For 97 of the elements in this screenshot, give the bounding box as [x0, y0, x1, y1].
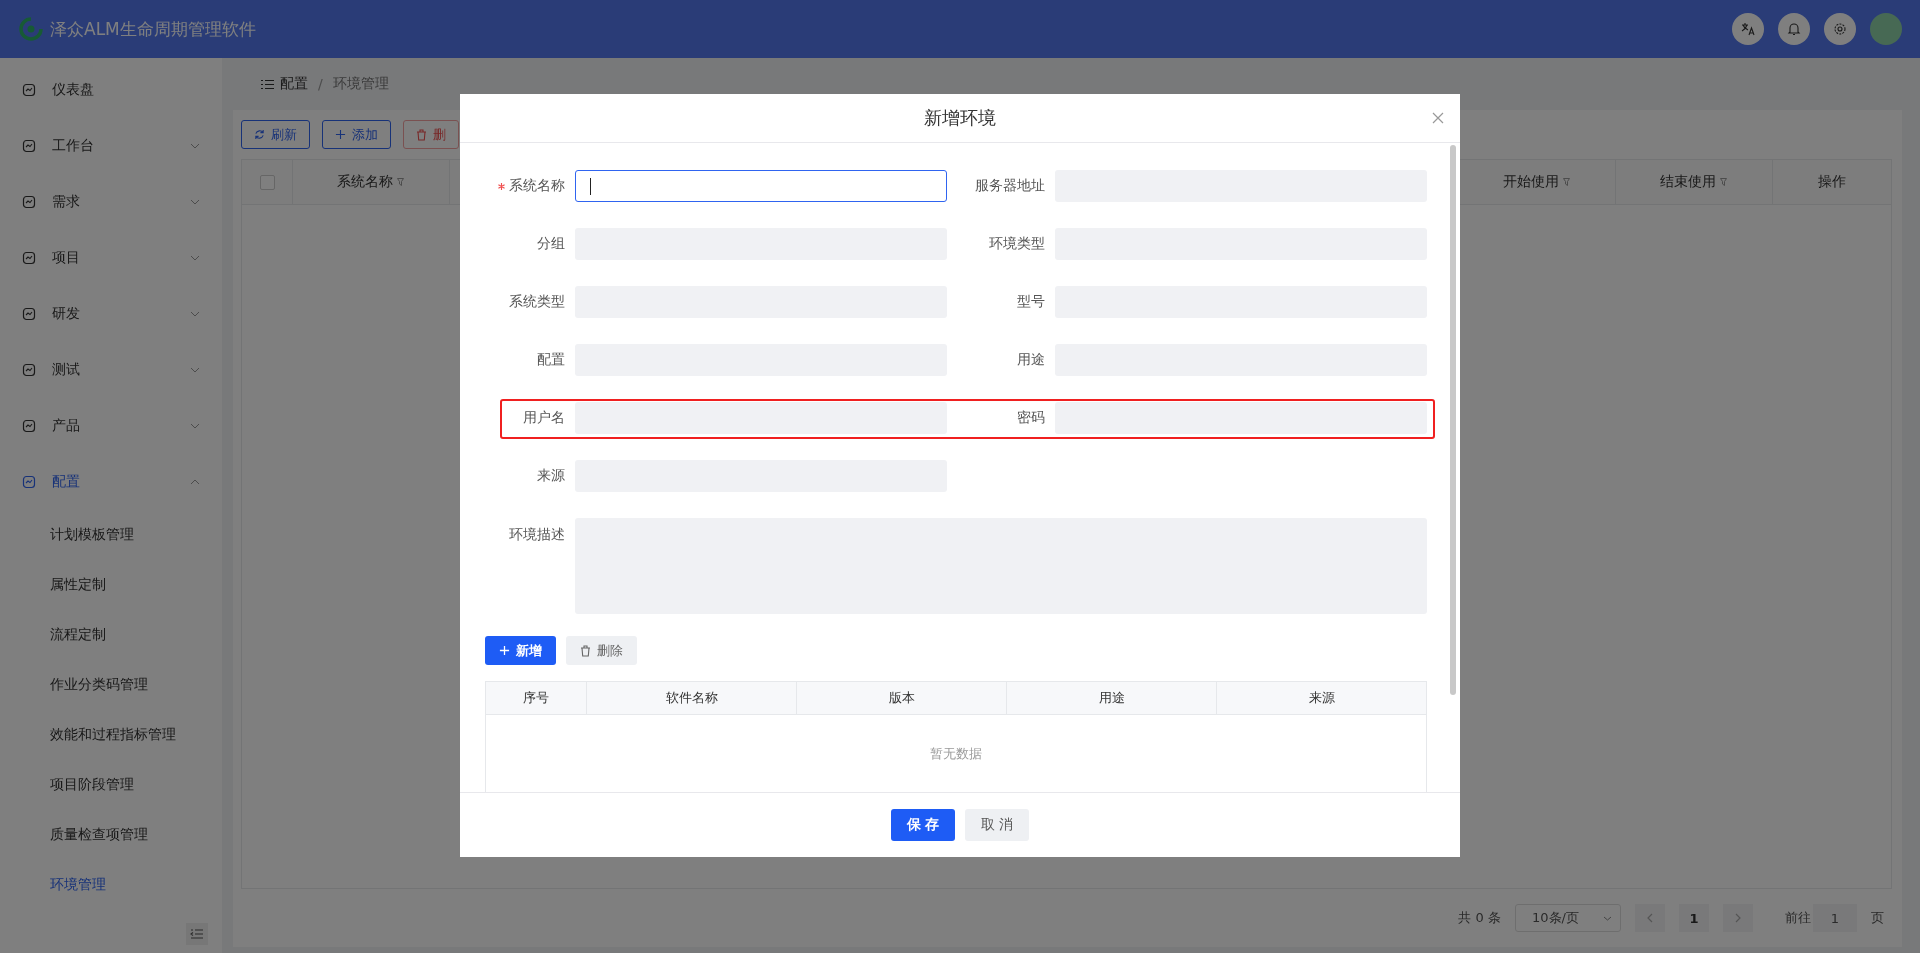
trash-icon: [416, 128, 427, 141]
list-icon: [261, 78, 274, 90]
goto-page-field[interactable]: 1: [1813, 904, 1857, 932]
menu-item-icon: [22, 419, 36, 433]
field-label: 用途: [1016, 351, 1046, 369]
chevron-left-icon: [1647, 913, 1653, 923]
field-label: 型号: [1016, 293, 1046, 311]
translate-icon[interactable]: [1732, 13, 1764, 45]
checkbox[interactable]: [259, 174, 275, 190]
submenu-item[interactable]: 环境管理: [0, 860, 222, 910]
submenu-item[interactable]: 属性定制: [0, 560, 222, 610]
app-title: 泽众ALM生命周期管理软件: [50, 17, 256, 41]
submenu-item[interactable]: 流程定制: [0, 610, 222, 660]
add-button[interactable]: 新增: [485, 636, 556, 665]
settings-icon[interactable]: [1824, 13, 1856, 45]
filter-icon[interactable]: [396, 178, 406, 186]
previous-page-button[interactable]: [1635, 904, 1665, 932]
field-label: 配置: [536, 351, 566, 369]
total-count: 共 0 条: [1458, 909, 1501, 927]
menu-item-icon: [22, 139, 36, 153]
field-label: 密码: [1016, 409, 1046, 427]
breadcrumb-link[interactable]: 配置: [280, 75, 308, 93]
avatar[interactable]: [1870, 13, 1902, 45]
chevron-icon: [190, 311, 200, 317]
chevron-icon: [190, 143, 200, 149]
next-page-button[interactable]: [1723, 904, 1753, 932]
sidebar-item[interactable]: 产品: [0, 398, 222, 454]
column-header: 版本: [797, 682, 1007, 714]
breadcrumb-separator: /: [318, 76, 323, 92]
filter-icon[interactable]: [1719, 178, 1729, 186]
chevron-icon: [190, 479, 200, 485]
field-label: 系统类型: [508, 293, 566, 311]
input-field[interactable]: [1055, 402, 1427, 434]
field-label: 分组: [536, 235, 566, 253]
sidebar-item[interactable]: 工作台: [0, 118, 222, 174]
chevron-icon: [190, 423, 200, 429]
sidebar-item[interactable]: 需求: [0, 174, 222, 230]
column-header: 结束使用: [1616, 160, 1773, 204]
column-header: 软件名称: [587, 682, 797, 714]
collapse-menu-icon[interactable]: [186, 923, 208, 945]
input-field[interactable]: [575, 170, 947, 202]
refresh-button[interactable]: 刷新: [241, 120, 310, 149]
field-label: 系统名称: [485, 177, 575, 195]
chevron-icon: [190, 367, 200, 373]
submenu-item[interactable]: 计划模板管理: [0, 510, 222, 560]
chevron-icon: [190, 255, 200, 261]
filter-icon[interactable]: [1562, 178, 1572, 186]
page-size-select[interactable]: 10条/页: [1515, 904, 1621, 932]
cancel-button[interactable]: 取 消: [965, 809, 1029, 841]
required-mark-icon: [498, 182, 505, 190]
menu-item-icon: [22, 475, 36, 489]
menu-item-icon: [22, 307, 36, 321]
field-label: 环境描述: [508, 525, 566, 544]
field-label: 用户名: [522, 409, 566, 427]
page-number[interactable]: 1: [1679, 904, 1709, 932]
field-label: 环境类型: [988, 235, 1046, 253]
sidebar-item[interactable]: 配置: [0, 454, 222, 510]
sidebar-item[interactable]: 测试: [0, 342, 222, 398]
menu-item-icon: [22, 363, 36, 377]
column-header: 序号: [486, 682, 587, 714]
field-label: 服务器地址: [974, 177, 1046, 195]
submenu-item[interactable]: 质量检查项管理: [0, 810, 222, 860]
plus-icon: [335, 129, 346, 140]
column-header: 来源: [1307, 689, 1336, 707]
refresh-icon: [254, 129, 265, 140]
chevron-icon: [190, 199, 200, 205]
page-suffix: 页: [1871, 909, 1884, 927]
column-header: 用途: [1007, 682, 1217, 714]
submenu-item[interactable]: 作业分类码管理: [0, 660, 222, 710]
empty-text: 暂无数据: [930, 745, 982, 763]
column-header: 操作: [1817, 172, 1847, 191]
column-header: 系统名称: [293, 160, 450, 204]
sidebar-item[interactable]: 研发: [0, 286, 222, 342]
close-icon[interactable]: [1432, 112, 1444, 124]
bell-icon[interactable]: [1778, 13, 1810, 45]
scrollbar[interactable]: [1450, 145, 1456, 695]
add-button[interactable]: 添加: [322, 120, 391, 149]
submenu-item[interactable]: 项目阶段管理: [0, 760, 222, 810]
breadcrumb-current: 环境管理: [332, 75, 389, 93]
dialog-title: 新增环境: [924, 106, 996, 130]
menu-item-icon: [22, 83, 36, 97]
submenu-item[interactable]: 效能和过程指标管理: [0, 710, 222, 760]
goto-label: 前往: [1785, 909, 1811, 927]
delete-button[interactable]: 删除: [566, 636, 637, 665]
spiral-logo-icon: [18, 16, 44, 42]
menu-item-icon: [22, 251, 36, 265]
input-field[interactable]: [575, 402, 947, 434]
sidebar-item[interactable]: 项目: [0, 230, 222, 286]
sidebar-item[interactable]: 仪表盘: [0, 62, 222, 118]
menu-item-icon: [22, 195, 36, 209]
delete-button[interactable]: 删: [403, 120, 459, 149]
chevron-right-icon: [1735, 913, 1741, 923]
trash-icon: [580, 644, 591, 657]
field-label: 来源: [536, 467, 566, 485]
dropdown-caret-icon: [1603, 915, 1612, 921]
save-button[interactable]: 保 存: [891, 809, 955, 841]
plus-icon: [499, 645, 510, 656]
